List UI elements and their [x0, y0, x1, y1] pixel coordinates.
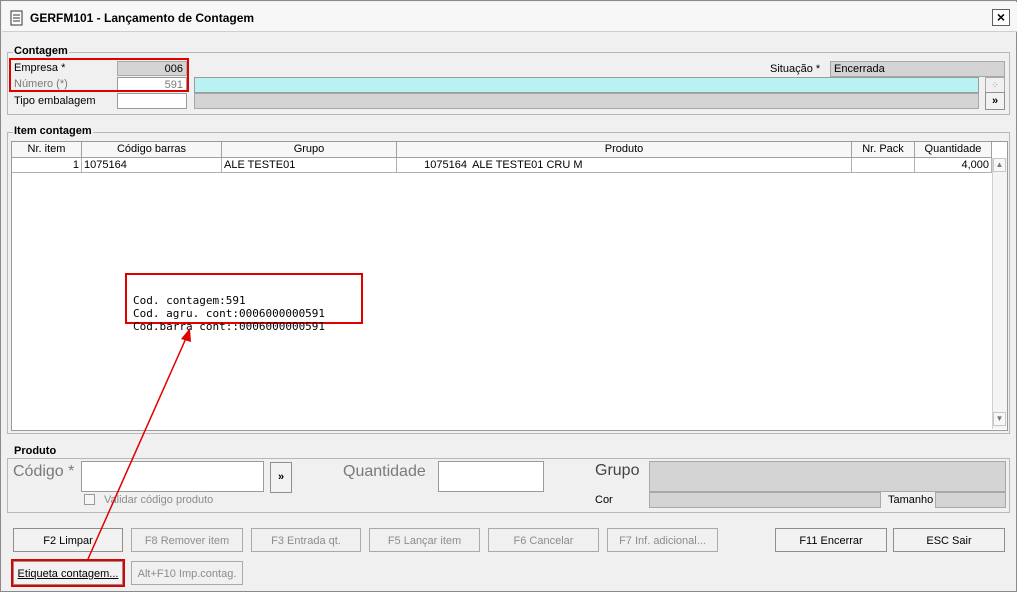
numero-description-field[interactable]: [194, 77, 979, 93]
f6-cancelar-button[interactable]: F6 Cancelar: [488, 528, 599, 552]
cell-codigo-barras[interactable]: 1075164: [82, 158, 222, 173]
column-header-quantidade[interactable]: Quantidade: [915, 142, 992, 158]
table-scrollbar[interactable]: [992, 158, 1007, 429]
empresa-numero-highlight: [9, 58, 189, 92]
cell-produto-code: 1075164: [424, 159, 467, 171]
tipo-embalagem-field[interactable]: [117, 93, 187, 109]
column-header-produto[interactable]: Produto: [397, 142, 852, 158]
quantidade-label: Quantidade: [343, 463, 426, 480]
column-header-nr-pack[interactable]: Nr. Pack: [852, 142, 915, 158]
etiqueta-button-highlight: [11, 559, 125, 587]
cell-grupo[interactable]: ALE TESTE01: [222, 158, 397, 173]
column-header-grupo[interactable]: Grupo: [222, 142, 397, 158]
title-bar: GERFM101 - Lançamento de Contagem ×: [2, 2, 1017, 32]
tooltip-line-1: Cod. contagem:591: [133, 294, 246, 307]
contagem-legend: Contagem: [13, 45, 69, 57]
situacao-label: Situação *: [770, 63, 821, 75]
cell-produto-name: ALE TESTE01 CRU M: [472, 159, 583, 171]
tamanho-label: Tamanho: [888, 494, 934, 506]
tooltip-line-2: Cod. agru. cont:0006000000591: [133, 307, 326, 320]
quantidade-field[interactable]: [438, 461, 544, 492]
grupo-field: [649, 461, 1006, 492]
cell-produto[interactable]: 1075164 ALE TESTE01 CRU M: [397, 158, 852, 173]
tamanho-field: [935, 492, 1006, 508]
column-header-nr-item[interactable]: Nr. item: [12, 142, 82, 158]
close-button[interactable]: ×: [992, 9, 1010, 26]
codigo-field[interactable]: [81, 461, 264, 492]
cor-field: [649, 492, 881, 508]
f7-inf-adicional-button[interactable]: F7 Inf. adicional...: [607, 528, 718, 552]
codigo-label: Código *: [13, 463, 75, 480]
grupo-label: Grupo: [595, 462, 640, 479]
tipo-embalagem-description-field: [194, 93, 979, 109]
tipo-embalagem-label: Tipo embalagem: [14, 95, 96, 107]
scroll-down-icon[interactable]: ▼: [993, 412, 1006, 426]
numero-lookup-button[interactable]: ⁘: [985, 77, 1005, 93]
cor-label: Cor: [595, 494, 613, 506]
tooltip-line-3: Cod.barra cont::0006000000591: [133, 320, 326, 333]
main-window: GERFM101 - Lançamento de Contagem × Cont…: [0, 0, 1017, 592]
alt-f10-imp-contag-button[interactable]: Alt+F10 Imp.contag.: [131, 561, 243, 585]
cell-quantidade[interactable]: 4,000: [915, 158, 992, 173]
tipo-embalagem-lookup-button[interactable]: »: [985, 92, 1005, 110]
f5-lancar-item-button[interactable]: F5 Lançar item: [369, 528, 480, 552]
esc-sair-button[interactable]: ESC Sair: [893, 528, 1005, 552]
f2-limpar-button[interactable]: F2 Limpar: [13, 528, 123, 552]
scroll-up-icon[interactable]: ▲: [993, 158, 1006, 172]
produto-legend: Produto: [13, 445, 58, 457]
cell-nr-item[interactable]: 1: [12, 158, 82, 173]
item-contagem-legend: Item contagem: [13, 125, 93, 137]
f3-entrada-qt-button[interactable]: F3 Entrada qt.: [251, 528, 361, 552]
f11-encerrar-button[interactable]: F11 Encerrar: [775, 528, 887, 552]
f8-remover-item-button[interactable]: F8 Remover item: [131, 528, 243, 552]
close-icon: ×: [996, 9, 1006, 25]
situacao-field: Encerrada: [830, 61, 1005, 77]
etiqueta-info-tooltip: Cod. contagem:591 Cod. agru. cont:0006000…: [125, 273, 363, 333]
window-title: GERFM101 - Lançamento de Contagem: [30, 11, 255, 25]
validar-checkbox[interactable]: [84, 494, 95, 505]
column-header-codigo-barras[interactable]: Código barras: [82, 142, 222, 158]
codigo-lookup-button[interactable]: »: [270, 462, 292, 493]
cell-nr-pack[interactable]: [852, 158, 915, 173]
document-icon: [10, 10, 23, 26]
validar-label: Validar código produto: [104, 494, 214, 506]
